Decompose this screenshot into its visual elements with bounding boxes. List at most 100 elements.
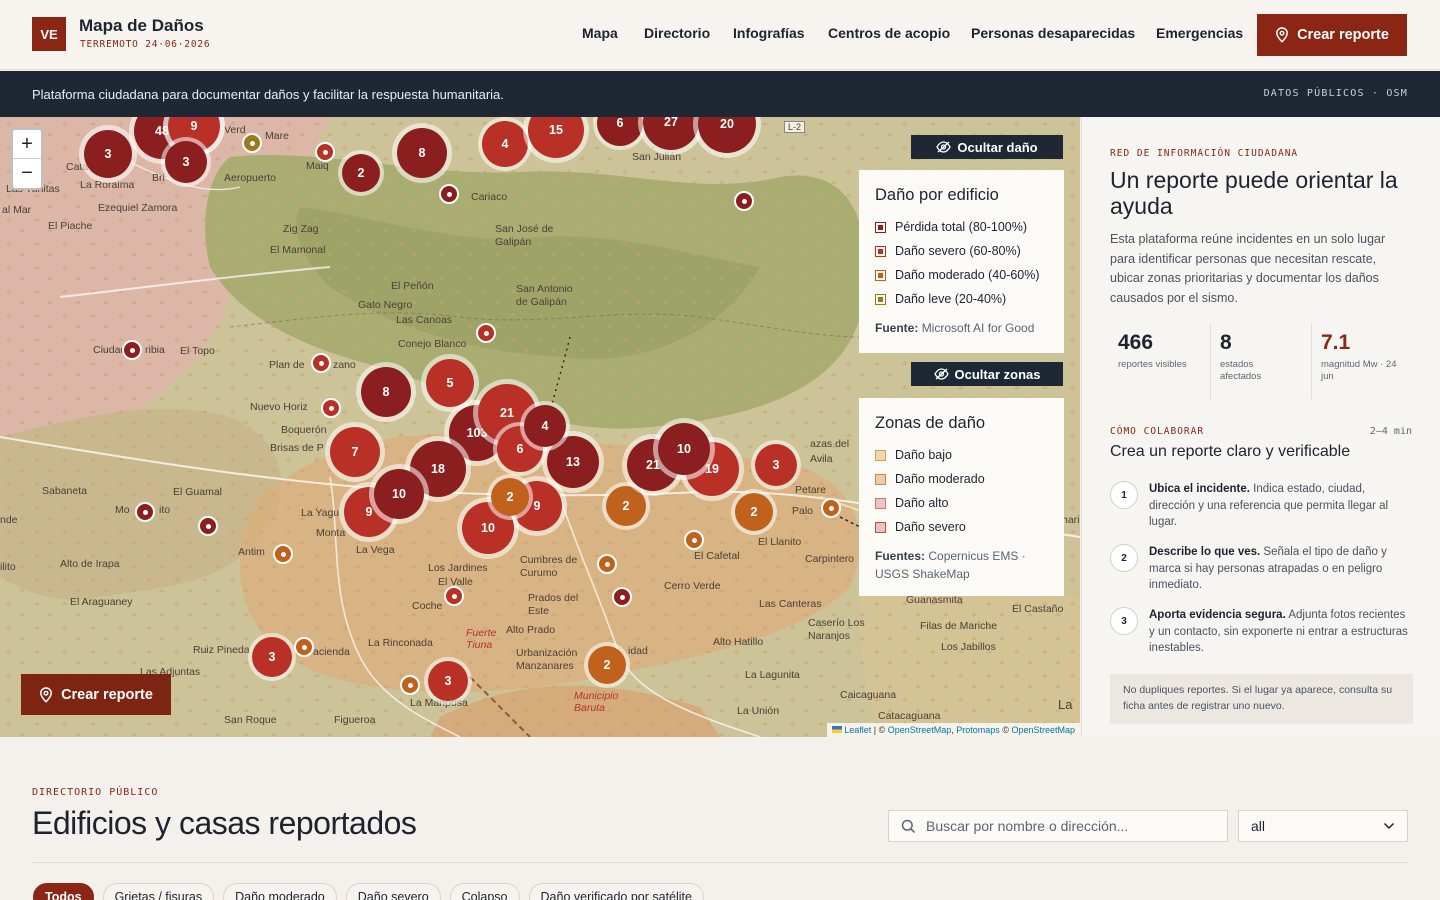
- logo[interactable]: VE: [32, 17, 66, 51]
- report-point[interactable]: [135, 502, 155, 522]
- report-point[interactable]: [242, 133, 262, 153]
- pin-icon: [1276, 27, 1289, 43]
- source-label: Fuente:: [875, 321, 919, 335]
- chip-satelite[interactable]: Daño verificado por satélite: [528, 883, 704, 900]
- report-point[interactable]: [294, 637, 314, 657]
- cluster-marker[interactable]: 3: [165, 141, 207, 183]
- duplicate-note: No dupliques reportes. Si el lugar ya ap…: [1110, 674, 1413, 724]
- cluster-marker[interactable]: 2: [342, 154, 380, 192]
- report-point[interactable]: [315, 142, 335, 162]
- legend-label: Daño moderado (40-60%): [895, 268, 1040, 282]
- place-label: El Araguaney: [70, 596, 133, 608]
- stat-reports: 466 reportes visibles: [1118, 323, 1218, 399]
- cluster-marker[interactable]: 2: [735, 493, 773, 531]
- strip-tag: DATOS PÚBLICOS · OSM: [1263, 88, 1408, 99]
- how-time: 2–4 min: [1369, 426, 1412, 437]
- legend-swatch: [875, 245, 886, 257]
- cluster-marker[interactable]: 3: [755, 444, 797, 486]
- place-label: Caicaguana: [840, 689, 897, 701]
- report-point[interactable]: [311, 353, 331, 373]
- step-bold: Aporta evidencia segura.: [1149, 609, 1286, 621]
- cluster-marker[interactable]: 3: [84, 130, 132, 178]
- report-point[interactable]: [597, 554, 617, 574]
- cluster-marker[interactable]: 3: [428, 661, 468, 701]
- place-label: La Yagu: [301, 507, 340, 519]
- cluster-marker[interactable]: 10: [658, 423, 710, 475]
- nav-infografias[interactable]: Infografías: [733, 25, 805, 41]
- eye-off-icon: [936, 141, 952, 153]
- chip-dano-moderado[interactable]: Daño moderado: [223, 883, 337, 900]
- hide-zones-button[interactable]: Ocultar zonas: [911, 362, 1063, 386]
- chip-todos[interactable]: Todos: [33, 883, 94, 900]
- stat-label: reportes visibles: [1118, 359, 1187, 370]
- info-strip: Plataforma ciudadana para documentar dañ…: [0, 71, 1440, 117]
- nav-personas-desaparecidas[interactable]: Personas desaparecidas: [971, 25, 1135, 41]
- cluster-marker[interactable]: 4: [524, 405, 566, 447]
- chip-grietas[interactable]: Grietas / fisuras: [102, 883, 215, 900]
- cluster-marker[interactable]: 7: [330, 427, 380, 477]
- damage-map[interactable]: Cata La Roraima Las Tunitas al Mar Ezequ…: [0, 117, 1080, 737]
- nav-mapa[interactable]: Mapa: [582, 25, 618, 41]
- nav-directorio[interactable]: Directorio: [644, 25, 710, 41]
- cluster-marker[interactable]: 4: [482, 121, 528, 167]
- zoom-out-button[interactable]: −: [13, 159, 41, 188]
- report-point[interactable]: [734, 191, 754, 211]
- place-label: Las Canoas: [396, 314, 453, 326]
- report-point[interactable]: [273, 544, 293, 564]
- directory-kicker: DIRECTORIO PÚBLICO: [32, 787, 159, 798]
- legend-swatch: [875, 497, 886, 509]
- create-report-button[interactable]: Crear reporte: [1257, 14, 1407, 56]
- cluster-marker[interactable]: 2: [491, 478, 529, 516]
- hide-damage-button[interactable]: Ocultar daño: [911, 135, 1063, 159]
- place-label: La Roraima: [80, 179, 135, 191]
- report-point[interactable]: [612, 587, 632, 607]
- report-point[interactable]: [321, 398, 341, 418]
- search-input[interactable]: [926, 818, 1206, 834]
- cluster-marker[interactable]: 8: [361, 367, 411, 417]
- place-label: San Roque: [224, 714, 277, 726]
- protomaps-link[interactable]: Protomaps: [956, 725, 1000, 735]
- panel-kicker: RED DE INFORMACIÓN CIUDADANA: [1110, 148, 1299, 159]
- map-create-report-button[interactable]: Crear reporte: [21, 674, 171, 715]
- legend-item: Daño bajo: [875, 443, 1048, 467]
- osm-link-2[interactable]: OpenStreetMap: [1011, 725, 1075, 735]
- report-point[interactable]: [198, 516, 218, 536]
- report-point[interactable]: [400, 675, 420, 695]
- nav-emergencias[interactable]: Emergencias: [1156, 25, 1243, 41]
- chip-colapso[interactable]: Colapso: [449, 883, 520, 900]
- route-shield: L-2: [784, 121, 806, 133]
- place-label: Caserío Los Naranjos: [808, 617, 865, 642]
- report-point[interactable]: [684, 530, 704, 550]
- place-label: Verd: [224, 124, 246, 136]
- report-point[interactable]: [122, 340, 142, 360]
- source-label: Fuentes:: [875, 549, 926, 563]
- report-point[interactable]: [476, 323, 496, 343]
- leaflet-link[interactable]: Leaflet: [844, 725, 871, 735]
- stat-label: magnitud Mw · 24 jun: [1321, 359, 1397, 382]
- place-label: Cumbres de Curumo: [520, 554, 578, 579]
- chevron-down-icon: [1383, 822, 1395, 830]
- place-label: Ruiz Pineda: [193, 644, 250, 656]
- report-point[interactable]: [439, 184, 459, 204]
- zones-legend: Zonas de daño Daño bajo Daño moderado Da…: [859, 398, 1064, 596]
- step-number: 1: [1110, 481, 1138, 509]
- filter-select[interactable]: all: [1238, 810, 1408, 842]
- osm-link[interactable]: OpenStreetMap: [888, 725, 952, 735]
- nav-centros-acopio[interactable]: Centros de acopio: [828, 25, 950, 41]
- site-title[interactable]: Mapa de Daños: [79, 16, 204, 36]
- zoom-in-button[interactable]: +: [13, 130, 41, 159]
- cluster-marker[interactable]: 10: [374, 469, 424, 519]
- place-label: zano: [333, 359, 356, 371]
- step-text: Describe lo que ves. Señala el tipo de d…: [1149, 544, 1414, 594]
- cluster-marker[interactable]: 2: [588, 646, 626, 684]
- place-label: El Llanito: [758, 536, 802, 548]
- cluster-marker[interactable]: 3: [252, 637, 292, 677]
- place-label: Coche: [412, 600, 443, 612]
- stat-divider: [1210, 323, 1211, 399]
- cluster-marker[interactable]: 5: [426, 359, 474, 407]
- report-point[interactable]: [444, 586, 464, 606]
- cluster-marker[interactable]: 2: [606, 486, 646, 526]
- report-point[interactable]: [821, 498, 841, 518]
- chip-dano-severo[interactable]: Daño severo: [345, 883, 441, 900]
- cluster-marker[interactable]: 8: [397, 128, 447, 178]
